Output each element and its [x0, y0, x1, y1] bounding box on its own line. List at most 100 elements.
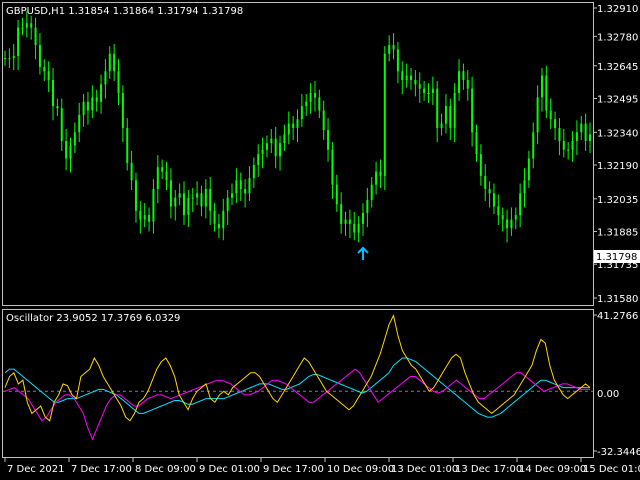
- candle-body: [270, 138, 273, 144]
- time-tick-label: 7 Dec 17:00: [71, 464, 132, 475]
- candle-body: [479, 154, 482, 176]
- oscillator-line-cyan: [4, 357, 590, 418]
- candle-body: [178, 193, 181, 198]
- osc-tick-top: 41.2766: [597, 311, 638, 322]
- candle-body: [309, 93, 312, 102]
- candle-body: [82, 101, 85, 115]
- time-tick-label: 9 Dec 01:00: [199, 464, 260, 475]
- candle-body: [545, 75, 548, 111]
- candle-body: [156, 167, 159, 189]
- candle-body: [353, 223, 356, 233]
- candle-body: [401, 71, 404, 80]
- candle-body: [471, 88, 474, 133]
- candle-body: [453, 93, 456, 128]
- candle-body: [523, 180, 526, 194]
- candle-body: [130, 162, 133, 181]
- osc-tick-zero: 0.00: [597, 389, 619, 400]
- candle-body: [388, 45, 391, 54]
- candle-body: [244, 188, 247, 194]
- candle-body: [252, 164, 255, 179]
- candle-body: [527, 158, 530, 181]
- candle-body: [475, 132, 478, 155]
- candle-body: [187, 197, 190, 216]
- candle-body: [484, 175, 487, 189]
- candle-body: [492, 193, 495, 207]
- candle-body: [113, 53, 116, 72]
- candle-body: [4, 58, 6, 60]
- candle-body: [283, 134, 286, 144]
- candle-body: [139, 210, 142, 220]
- candle-body: [292, 123, 295, 128]
- candle-body: [121, 93, 124, 128]
- candle-body: [554, 119, 557, 128]
- candle-body: [379, 171, 382, 176]
- candle-body: [440, 123, 443, 128]
- buy-arrow-icon: [357, 246, 369, 260]
- candle-body: [73, 132, 76, 146]
- candle-body: [169, 180, 172, 207]
- candle-body: [423, 88, 426, 94]
- candle-body: [91, 97, 94, 111]
- candle-body: [506, 219, 509, 229]
- candle-body: [235, 180, 238, 194]
- candle-body: [204, 188, 207, 207]
- candle-body: [584, 123, 587, 142]
- candle-body: [261, 149, 264, 155]
- candle-body: [248, 178, 251, 194]
- candle-body: [567, 149, 570, 151]
- candle-body: [414, 79, 417, 85]
- candle-body: [444, 106, 447, 124]
- candle-body: [366, 199, 369, 213]
- candle-body: [536, 97, 539, 133]
- candle-body: [148, 215, 151, 222]
- candle-body: [86, 101, 89, 111]
- candle-body: [52, 79, 55, 107]
- candle-body: [300, 106, 303, 120]
- candle-body: [108, 53, 111, 72]
- price-tick-label: 1.32645: [597, 62, 638, 73]
- price-tick-label: 1.32910: [597, 4, 638, 15]
- candle-body: [562, 141, 565, 150]
- candle-body: [331, 149, 334, 185]
- time-tick-label: 15 Dec 01:00: [583, 464, 640, 475]
- candle-body: [458, 71, 461, 94]
- price-tick-label: 1.31580: [597, 294, 638, 305]
- candle-body: [418, 84, 421, 89]
- candle-body: [335, 184, 338, 205]
- candle-body: [182, 193, 185, 216]
- candle-body: [231, 193, 234, 198]
- candle-body: [287, 123, 290, 135]
- chart-canvas[interactable]: GBPUSD,H1 1.31854 1.31864 1.31794 1.3179…: [0, 0, 640, 480]
- time-tick-label: 8 Dec 09:00: [135, 464, 196, 475]
- candle-body: [209, 188, 212, 211]
- candle-body: [313, 93, 316, 98]
- candle-body: [296, 119, 299, 128]
- candle-body: [370, 184, 373, 200]
- candle-body: [257, 154, 260, 165]
- candle-body: [152, 188, 155, 222]
- candle-body: [165, 171, 168, 181]
- osc-tick-bottom: -32.3446: [597, 447, 640, 458]
- candle-body: [322, 110, 325, 131]
- oscillator-header: Oscillator 23.9052 17.3769 6.0329: [6, 313, 180, 324]
- candle-body: [575, 132, 578, 142]
- candle-body: [279, 143, 282, 157]
- candle-body: [427, 93, 430, 95]
- candle-body: [589, 134, 591, 142]
- price-tick-label: 1.31885: [597, 227, 638, 238]
- signal-arrow-group: [357, 246, 369, 260]
- candle-body: [104, 71, 107, 85]
- candle-body: [217, 223, 220, 229]
- price-tick-label: 1.32495: [597, 94, 638, 105]
- candle-body: [466, 79, 469, 89]
- time-axis: 7 Dec 2021 7 Dec 17:00 8 Dec 09:00 9 Dec 01…: [4, 458, 640, 475]
- candle-body: [488, 188, 491, 194]
- candle-body: [501, 215, 504, 220]
- candle-body: [69, 145, 72, 159]
- candle-body: [222, 210, 225, 229]
- candle-body: [519, 193, 522, 216]
- candle-body: [30, 23, 33, 28]
- price-tick-label: 1.32780: [597, 32, 638, 43]
- candle-body: [17, 27, 20, 56]
- candle-body: [265, 143, 268, 150]
